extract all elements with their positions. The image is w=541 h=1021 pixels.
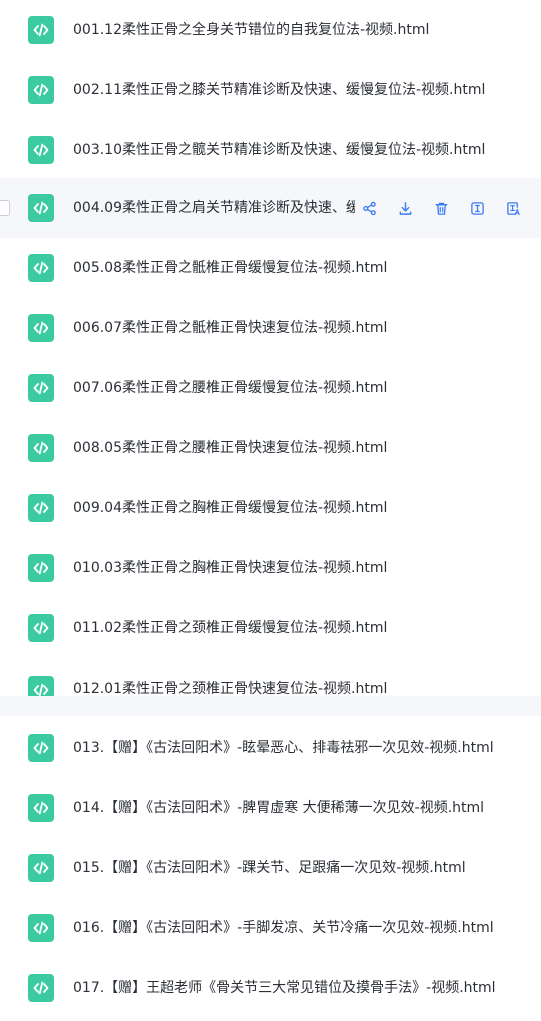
file-row[interactable]: 007.06柔性正骨之腰椎正骨缓慢复位法-视频.html [0,358,541,418]
file-name[interactable]: 008.05柔性正骨之腰椎正骨快速复位法-视频.html [73,438,387,458]
file-row[interactable]: 013.【赠】《古法回阳术》-眩晕恶心、排毒祛邪一次见效-视频.html [0,718,541,778]
file-row[interactable]: 010.03柔性正骨之胸椎正骨快速复位法-视频.html [0,538,541,598]
section-divider [0,696,541,716]
code-file-icon [28,76,54,104]
file-row[interactable]: 005.08柔性正骨之骶椎正骨缓慢复位法-视频.html [0,238,541,298]
file-name[interactable]: 005.08柔性正骨之骶椎正骨缓慢复位法-视频.html [73,258,387,278]
file-name[interactable]: 014.【赠】《古法回阳术》-脾胃虚寒 大便稀薄一次见效-视频.html [73,798,484,818]
file-row[interactable]: 016.【赠】《古法回阳术》-手脚发凉、关节冷痛一次见效-视频.html [0,898,541,958]
file-row[interactable]: 003.10柔性正骨之髋关节精准诊断及快速、缓慢复位法-视频.html [0,120,541,180]
file-row[interactable]: 006.07柔性正骨之骶椎正骨快速复位法-视频.html [0,298,541,358]
code-file-icon [28,614,54,642]
code-file-icon [28,254,54,282]
code-file-icon [28,554,54,582]
file-row[interactable]: 017.【赠】王超老师《骨关节三大常见错位及摸骨手法》-视频.html [0,958,541,1018]
file-name[interactable]: 010.03柔性正骨之胸椎正骨快速复位法-视频.html [73,558,387,578]
translate-icon[interactable] [504,199,522,217]
file-row[interactable]: 001.12柔性正骨之全身关节错位的自我复位法-视频.html [0,0,541,60]
file-name[interactable]: 017.【赠】王超老师《骨关节三大常见错位及摸骨手法》-视频.html [73,978,496,998]
code-file-icon [28,434,54,462]
file-row-hovered[interactable]: 004.09柔性正骨之肩关节精准诊断及快速、缓慢复位法-视频.html [0,178,541,238]
code-file-icon [28,734,54,762]
file-name[interactable]: 009.04柔性正骨之胸椎正骨缓慢复位法-视频.html [73,498,387,518]
file-name[interactable]: 002.11柔性正骨之膝关节精准诊断及快速、缓慢复位法-视频.html [73,80,485,100]
code-file-icon [28,494,54,522]
file-row[interactable]: 008.05柔性正骨之腰椎正骨快速复位法-视频.html [0,418,541,478]
file-list: 001.12柔性正骨之全身关节错位的自我复位法-视频.html 002.11柔性… [0,0,541,1021]
code-file-icon [28,136,54,164]
file-name[interactable]: 016.【赠】《古法回阳术》-手脚发凉、关节冷痛一次见效-视频.html [73,918,494,938]
trash-icon[interactable] [432,199,450,217]
download-icon[interactable] [396,199,414,217]
code-file-icon [28,974,54,1002]
file-name[interactable]: 011.02柔性正骨之颈椎正骨缓慢复位法-视频.html [73,618,387,638]
file-row[interactable]: 012.01柔性正骨之颈椎正骨快速复位法-视频.html [0,658,541,704]
code-file-icon [28,914,54,942]
code-file-icon [28,794,54,822]
file-row[interactable]: 014.【赠】《古法回阳术》-脾胃虚寒 大便稀薄一次见效-视频.html [0,778,541,838]
code-file-icon [28,314,54,342]
file-name[interactable]: 001.12柔性正骨之全身关节错位的自我复位法-视频.html [73,20,429,40]
code-file-icon [28,16,54,44]
file-row[interactable]: 015.【赠】《古法回阳术》-踝关节、足跟痛一次见效-视频.html [0,838,541,898]
file-name[interactable]: 006.07柔性正骨之骶椎正骨快速复位法-视频.html [73,318,387,338]
file-row[interactable]: 002.11柔性正骨之膝关节精准诊断及快速、缓慢复位法-视频.html [0,60,541,120]
file-row[interactable]: 009.04柔性正骨之胸椎正骨缓慢复位法-视频.html [0,478,541,538]
share-icon[interactable] [360,199,378,217]
file-name[interactable]: 004.09柔性正骨之肩关节精准诊断及快速、缓慢复位法-视频.html [73,198,355,218]
file-name[interactable]: 007.06柔性正骨之腰椎正骨缓慢复位法-视频.html [73,378,387,398]
row-checkbox[interactable] [0,200,10,216]
row-actions [360,178,540,238]
file-name[interactable]: 003.10柔性正骨之髋关节精准诊断及快速、缓慢复位法-视频.html [73,140,485,160]
rename-icon[interactable] [468,199,486,217]
code-file-icon [28,194,54,222]
code-file-icon [28,854,54,882]
file-name[interactable]: 013.【赠】《古法回阳术》-眩晕恶心、排毒祛邪一次见效-视频.html [73,738,494,758]
file-row[interactable]: 011.02柔性正骨之颈椎正骨缓慢复位法-视频.html [0,598,541,658]
file-name[interactable]: 015.【赠】《古法回阳术》-踝关节、足跟痛一次见效-视频.html [73,858,466,878]
code-file-icon [28,374,54,402]
